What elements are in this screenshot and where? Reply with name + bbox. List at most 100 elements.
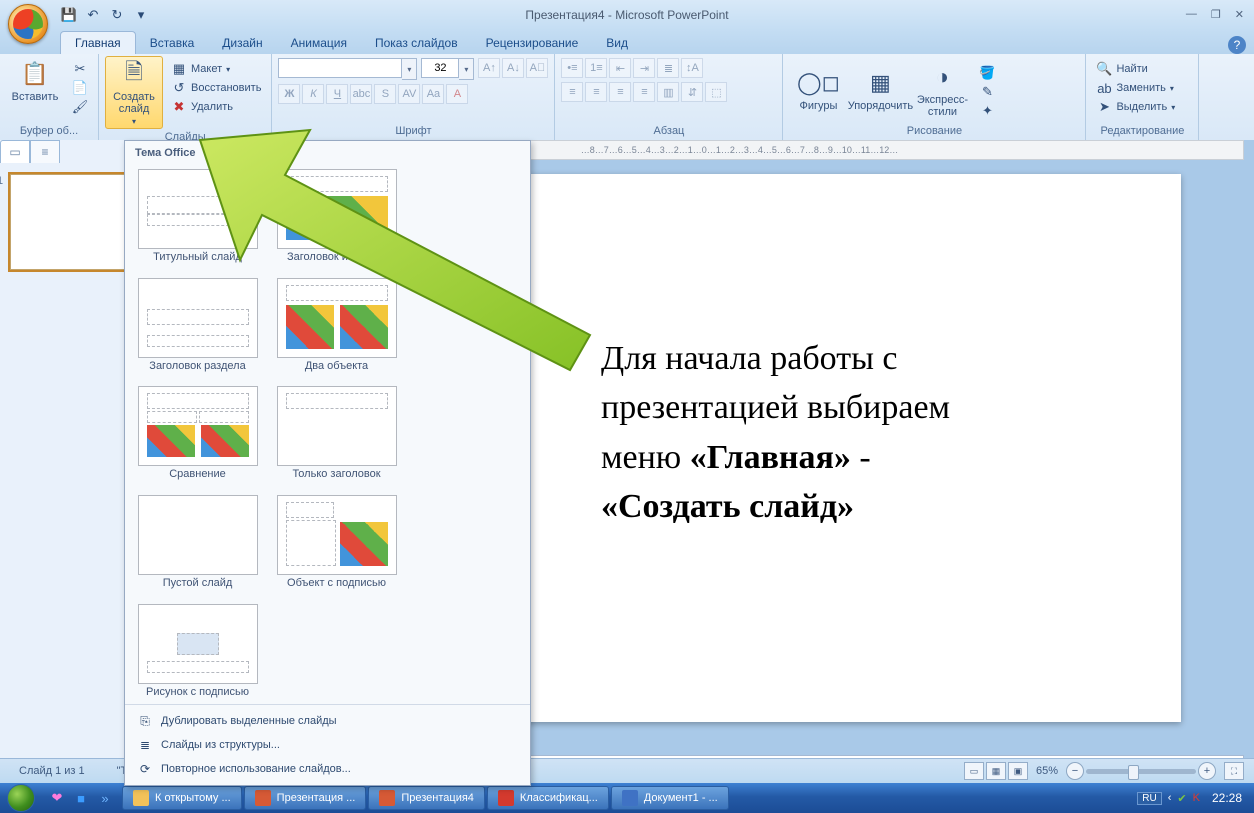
- align-left-button[interactable]: ≡: [561, 82, 583, 102]
- taskbar-item[interactable]: К открытому ...: [122, 786, 242, 810]
- quick-styles-button[interactable]: ◑Экспресс-стили: [913, 59, 971, 121]
- tray-app-icon[interactable]: ✔: [1177, 792, 1186, 805]
- char-spacing-button[interactable]: AV: [398, 84, 420, 104]
- shapes-button[interactable]: ◯◻Фигуры: [789, 65, 847, 115]
- tab-insert[interactable]: Вставка: [136, 32, 209, 54]
- tab-review[interactable]: Рецензирование: [472, 32, 593, 54]
- slideshow-view-button[interactable]: ▣: [1008, 762, 1028, 780]
- minimize-button[interactable]: —: [1186, 8, 1197, 21]
- fit-window-button[interactable]: ⛶: [1224, 762, 1244, 780]
- italic-button[interactable]: К: [302, 84, 324, 104]
- change-case-button[interactable]: Aa: [422, 84, 444, 104]
- font-family-combo[interactable]: ▾: [278, 58, 417, 80]
- columns-button[interactable]: ▥: [657, 82, 679, 102]
- layout-content-caption[interactable]: Объект с подписью: [270, 491, 403, 594]
- chevron-down-icon[interactable]: ▾: [459, 58, 474, 80]
- chevron-down-icon[interactable]: ▾: [402, 58, 417, 80]
- clock[interactable]: 22:28: [1206, 791, 1248, 805]
- shape-fill-button[interactable]: 🪣: [975, 64, 999, 82]
- justify-button[interactable]: ≡: [633, 82, 655, 102]
- underline-button[interactable]: Ч: [326, 84, 348, 104]
- tray-chevron-icon[interactable]: ‹: [1168, 792, 1172, 804]
- outline-icon: ≣: [137, 737, 153, 753]
- duplicate-slides-menu[interactable]: ⎘Дублировать выделенные слайды: [131, 709, 524, 733]
- office-button[interactable]: [8, 4, 48, 44]
- shape-outline-button[interactable]: ✎: [975, 83, 999, 101]
- annotation-text: Для начала работы с презентацией выбирае…: [601, 334, 950, 531]
- delete-slide-button[interactable]: ✖Удалить: [167, 98, 265, 116]
- arrange-button[interactable]: ▦Упорядочить: [851, 65, 909, 115]
- font-color-button[interactable]: A: [446, 84, 468, 104]
- indent-inc-button[interactable]: ⇥: [633, 58, 655, 78]
- tab-home[interactable]: Главная: [60, 31, 136, 54]
- tab-view[interactable]: Вид: [592, 32, 642, 54]
- paste-button[interactable]: 📋 Вставить: [6, 56, 64, 106]
- shadow-button[interactable]: S: [374, 84, 396, 104]
- align-right-button[interactable]: ≡: [609, 82, 631, 102]
- font-size-input[interactable]: [421, 58, 459, 78]
- shape-effects-button[interactable]: ✦: [975, 102, 999, 120]
- normal-view-button[interactable]: ▭: [964, 762, 984, 780]
- align-center-button[interactable]: ≡: [585, 82, 607, 102]
- tray-icon[interactable]: ❤: [48, 789, 66, 807]
- select-button[interactable]: ➤Выделить ▾: [1092, 98, 1179, 116]
- layout-icon: ▦: [171, 61, 187, 77]
- taskbar-item[interactable]: Документ1 - ...: [611, 786, 729, 810]
- line-spacing-button[interactable]: ≣: [657, 58, 679, 78]
- replace-button[interactable]: abЗаменить ▾: [1092, 79, 1179, 97]
- tab-design[interactable]: Дизайн: [208, 32, 276, 54]
- new-slide-button[interactable]: 🗎 Создать слайд ▾: [105, 56, 163, 129]
- layout-title-only[interactable]: Только заголовок: [270, 382, 403, 485]
- shrink-font-icon[interactable]: A↓: [502, 58, 524, 78]
- clear-format-icon[interactable]: A⃠: [526, 58, 548, 78]
- delete-icon: ✖: [171, 99, 187, 115]
- scissors-icon: ✂: [72, 61, 88, 77]
- smartart-button[interactable]: ⬚: [705, 82, 727, 102]
- reset-button[interactable]: ↺Восстановить: [167, 79, 265, 97]
- sorter-view-button[interactable]: ▦: [986, 762, 1006, 780]
- layout-picture-caption[interactable]: Рисунок с подписью: [131, 600, 264, 703]
- bullets-button[interactable]: •≡: [561, 58, 583, 78]
- indent-dec-button[interactable]: ⇤: [609, 58, 631, 78]
- tray-kaspersky-icon[interactable]: K: [1193, 792, 1200, 804]
- bold-button[interactable]: Ж: [278, 84, 300, 104]
- taskbar-item[interactable]: Презентация4: [368, 786, 485, 810]
- ribbon: 📋 Вставить ✂ 📄 🖌 Буфер об... 🗎 Создать с…: [0, 54, 1254, 141]
- slides-tab[interactable]: ▭: [0, 140, 30, 163]
- copy-button[interactable]: 📄: [68, 79, 92, 97]
- bucket-icon: 🪣: [979, 65, 995, 81]
- find-button[interactable]: 🔍Найти: [1092, 60, 1179, 78]
- format-painter-button[interactable]: 🖌: [68, 98, 92, 116]
- taskbar-item[interactable]: Презентация ...: [244, 786, 367, 810]
- zoom-out-button[interactable]: −: [1066, 762, 1084, 780]
- cut-button[interactable]: ✂: [68, 60, 92, 78]
- maximize-button[interactable]: ❐: [1211, 8, 1221, 21]
- taskbar-item[interactable]: Классификац...: [487, 786, 609, 810]
- start-button[interactable]: [0, 783, 42, 813]
- tab-slideshow[interactable]: Показ слайдов: [361, 32, 472, 54]
- tray-icon[interactable]: ■: [72, 789, 90, 807]
- tray-icon[interactable]: »: [96, 789, 114, 807]
- slides-from-outline-menu[interactable]: ≣Слайды из структуры...: [131, 733, 524, 757]
- grow-font-icon[interactable]: A↑: [478, 58, 500, 78]
- tab-animation[interactable]: Анимация: [277, 32, 361, 54]
- zoom-slider[interactable]: [1086, 769, 1196, 774]
- align-text-button[interactable]: ⇵: [681, 82, 703, 102]
- outline-tab[interactable]: ≡: [30, 140, 60, 163]
- layout-blank[interactable]: Пустой слайд: [131, 491, 264, 594]
- annotation-arrow-icon: [190, 120, 610, 380]
- app-icon: [379, 790, 395, 806]
- font-family-input[interactable]: [278, 58, 402, 78]
- close-button[interactable]: ✕: [1235, 8, 1244, 21]
- zoom-in-button[interactable]: +: [1198, 762, 1216, 780]
- new-slide-icon: 🗎: [118, 59, 150, 89]
- layout-button[interactable]: ▦Макет ▾: [167, 60, 265, 78]
- reuse-slides-menu[interactable]: ⟳Повторное использование слайдов...: [131, 757, 524, 781]
- layout-comparison[interactable]: Сравнение: [131, 382, 264, 485]
- font-size-combo[interactable]: ▾: [421, 58, 474, 80]
- numbering-button[interactable]: 1≡: [585, 58, 607, 78]
- strike-button[interactable]: abc: [350, 84, 372, 104]
- text-direction-button[interactable]: ↕A: [681, 58, 703, 78]
- language-indicator[interactable]: RU: [1137, 792, 1161, 805]
- help-icon[interactable]: ?: [1228, 36, 1246, 54]
